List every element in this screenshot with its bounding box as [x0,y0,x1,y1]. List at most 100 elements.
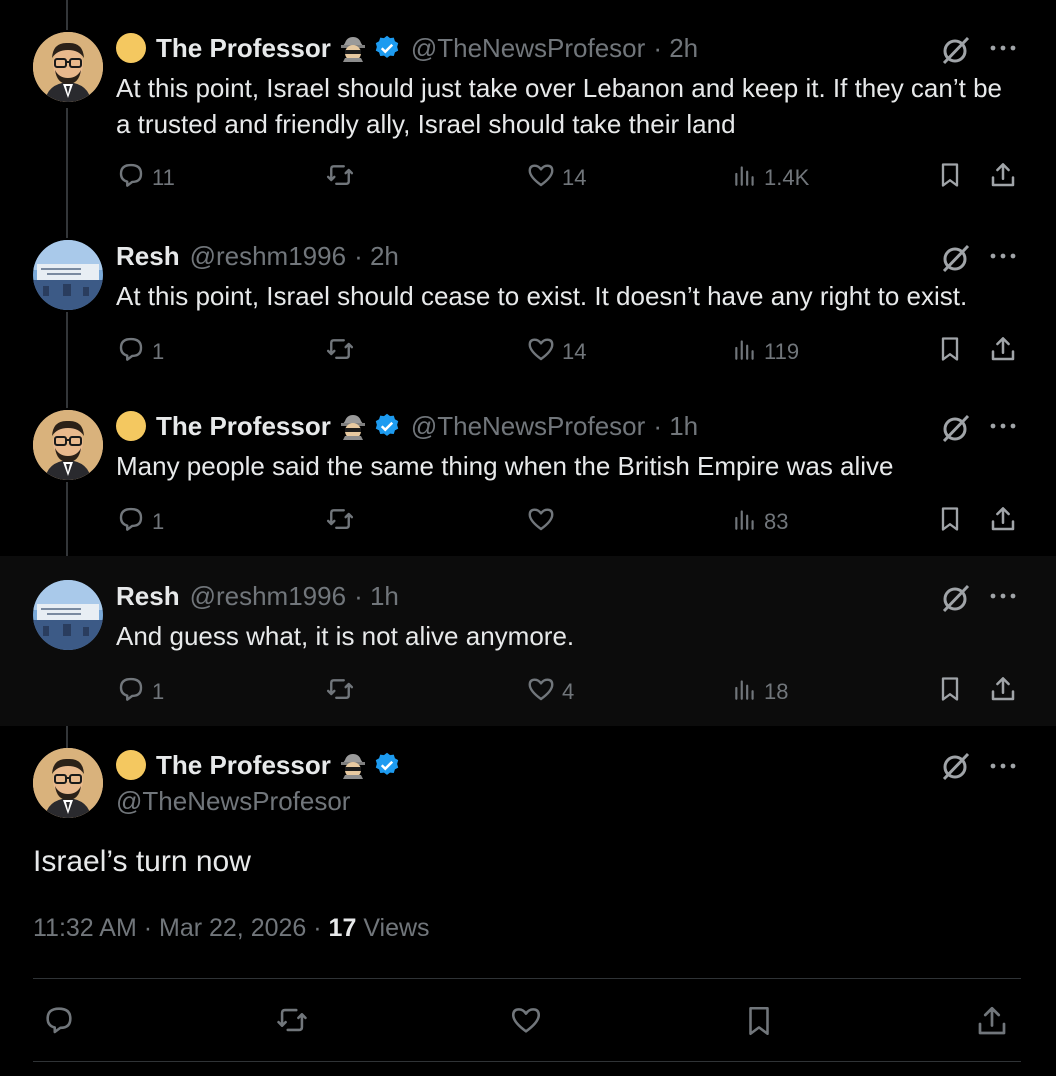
grok-slash-icon[interactable] [940,34,972,71]
view-count: 18 [764,679,789,704]
repost-button[interactable] [324,160,362,196]
views-button[interactable]: 1.4K [732,160,809,196]
reply-tweet[interactable]: The Professor @TheNewsProfesor · 2h At t… [0,30,1056,200]
views-button[interactable]: 83 [732,504,788,540]
bar-chart-icon [732,334,764,370]
reply-button[interactable]: 1 [116,674,164,710]
divider [33,978,1021,979]
bookmark-button[interactable] [936,334,970,370]
display-name[interactable]: Resh [116,581,180,612]
like-button[interactable] [526,504,562,540]
reply-button[interactable] [42,1003,76,1042]
bookmark-button[interactable] [936,674,970,710]
share-button[interactable] [988,674,1024,710]
grok-slash-icon[interactable] [940,242,972,279]
reply-count: 1 [152,509,165,534]
share-upload-icon [988,674,1024,710]
speech-bubble-icon [116,160,152,196]
like-button[interactable] [508,1003,544,1042]
handle[interactable]: @TheNewsProfesor [411,33,645,64]
grok-slash-icon[interactable] [940,412,972,449]
display-name[interactable]: The Professor [156,750,331,781]
like-button[interactable]: 4 [526,674,574,710]
main-handle-row: @TheNewsProfesor [116,783,350,819]
more-dots-icon[interactable] [988,34,1018,67]
view-count: 119 [764,339,800,364]
more-dots-icon[interactable] [988,752,1018,785]
bookmark-button[interactable] [936,160,970,196]
reply-tweet[interactable]: Resh @reshm1996 · 2h At this point, Isra… [0,238,1056,408]
like-button[interactable]: 14 [526,334,586,370]
avatar[interactable] [33,580,103,650]
timestamp[interactable]: · 1h [653,411,698,442]
action-bar: 11 14 1.4K [116,160,1026,196]
reply-count: 1 [152,679,165,704]
bookmark-icon [936,334,970,370]
tweet-text: At this point, Israel should cease to ex… [116,281,968,311]
share-upload-icon [988,334,1024,370]
bookmark-button[interactable] [936,504,970,540]
like-count: 14 [562,339,587,364]
avatar[interactable] [33,32,103,102]
grok-slash-icon[interactable] [940,750,972,787]
bookmark-icon [936,504,970,540]
more-dots-icon[interactable] [988,412,1018,445]
action-bar: 1 4 18 [116,674,1026,710]
handle[interactable]: @TheNewsProfesor [411,411,645,442]
repost-button[interactable] [274,1003,310,1042]
speech-bubble-icon [116,334,152,370]
share-button[interactable] [974,1003,1010,1044]
tweet-text: And guess what, it is not alive anymore. [116,621,575,651]
avatar[interactable] [33,410,103,480]
display-name[interactable]: The Professor [156,411,331,442]
bookmark-icon [936,674,970,710]
views-count: 17 [328,914,357,942]
avatar[interactable] [33,240,103,310]
tweet-date[interactable]: Mar 22, 2026 [159,914,306,942]
views-button[interactable]: 119 [732,334,799,370]
heart-icon [526,674,562,710]
verified-badge-icon [373,34,401,62]
repost-arrows-icon [324,160,362,196]
handle[interactable]: @reshm1996 [190,581,346,612]
reply-tweet[interactable]: Resh @reshm1996 · 1h And guess what, it … [0,556,1056,726]
repost-button[interactable] [324,674,362,710]
tweet-time[interactable]: 11:32 AM [33,914,137,942]
reply-button[interactable]: 1 [116,504,164,540]
like-count: 4 [562,679,575,704]
like-count: 14 [562,165,587,190]
repost-button[interactable] [324,334,362,370]
timestamp[interactable]: · 1h [354,581,399,612]
share-upload-icon [988,504,1024,540]
tweet-header: Resh @reshm1996 · 2h [116,238,399,274]
speech-bubble-icon [116,504,152,540]
bar-chart-icon [732,504,764,540]
avatar[interactable] [33,748,103,818]
grok-slash-icon[interactable] [940,582,972,619]
timestamp[interactable]: · 2h [653,33,698,64]
bookmark-button[interactable] [742,1003,776,1044]
repost-arrows-icon [324,334,362,370]
views-button[interactable]: 18 [732,674,788,710]
display-name[interactable]: Resh [116,241,180,272]
handle[interactable]: @TheNewsProfesor [116,786,350,817]
like-button[interactable]: 14 [526,160,586,196]
view-count: 83 [764,509,789,534]
display-name[interactable]: The Professor [156,33,331,64]
more-dots-icon[interactable] [988,582,1018,615]
tweet-header: The Professor @TheNewsProfesor · 2h [116,30,698,66]
tweet-text: Many people said the same thing when the… [116,451,894,481]
view-count: 1.4K [764,165,810,190]
share-button[interactable] [988,334,1024,370]
more-dots-icon[interactable] [988,242,1018,275]
circle-emoji [116,750,146,780]
bar-chart-icon [732,160,764,196]
reply-tweet[interactable]: The Professor @TheNewsProfesor · 1h Many… [0,408,1056,578]
reply-button[interactable]: 11 [116,160,175,196]
share-button[interactable] [988,160,1024,196]
handle[interactable]: @reshm1996 [190,241,346,272]
share-button[interactable] [988,504,1024,540]
reply-button[interactable]: 1 [116,334,164,370]
timestamp[interactable]: · 2h [354,241,399,272]
repost-button[interactable] [324,504,362,540]
